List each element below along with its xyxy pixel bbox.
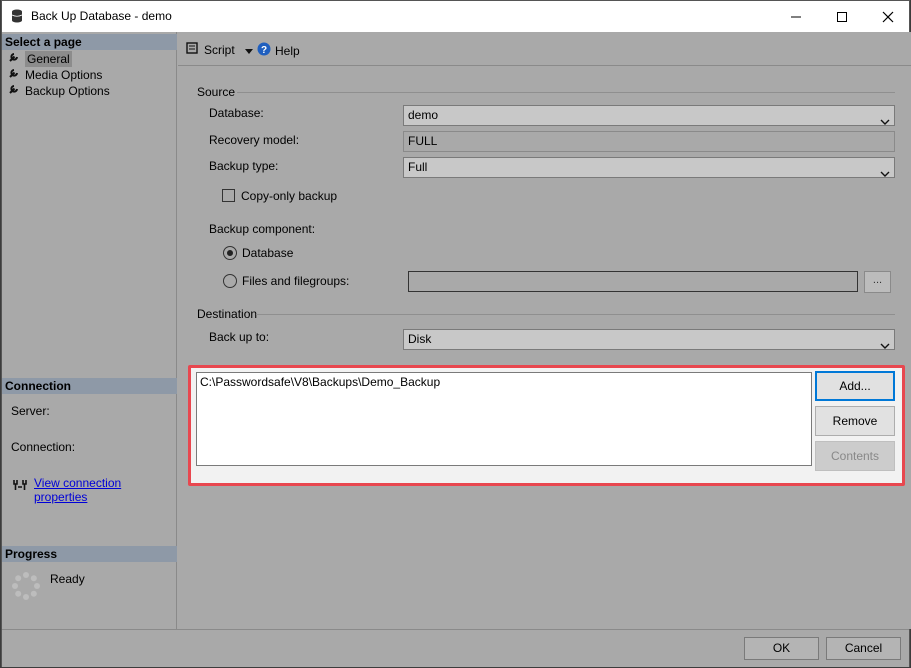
destination-list[interactable]: C:\Passwordsafe\V8\Backups\Demo_Backup xyxy=(196,372,812,466)
server-label: Server: xyxy=(11,404,50,418)
maximize-icon xyxy=(837,12,847,22)
contents-button[interactable]: Contents xyxy=(815,441,895,471)
recovery-model-value: FULL xyxy=(408,134,438,148)
page-backup-options-label: Backup Options xyxy=(25,84,110,98)
component-database-radio[interactable] xyxy=(223,246,237,260)
progress-spinner-icon xyxy=(11,571,41,604)
recovery-model-field: FULL xyxy=(403,131,895,152)
chevron-down-icon xyxy=(880,336,890,355)
wrench-icon xyxy=(8,51,20,67)
source-divider xyxy=(237,92,895,93)
help-icon: ? xyxy=(257,42,271,59)
connection-label: Connection: xyxy=(11,440,76,454)
help-label: Help xyxy=(275,43,300,58)
window-title: Back Up Database - demo xyxy=(31,9,172,23)
database-select[interactable]: demo xyxy=(403,105,895,126)
close-icon xyxy=(882,11,894,23)
list-item[interactable]: C:\Passwordsafe\V8\Backups\Demo_Backup xyxy=(200,375,808,389)
database-icon xyxy=(11,9,23,26)
connection-properties-icon xyxy=(12,478,28,495)
script-icon xyxy=(186,42,200,57)
database-label: Database: xyxy=(209,106,264,120)
backup-type-value: Full xyxy=(408,160,428,174)
filegroups-field[interactable] xyxy=(408,271,858,292)
backup-dialog: Back Up Database - demo Select a page Ge… xyxy=(1,0,911,667)
destination-group-label: Destination xyxy=(197,307,258,321)
back-up-to-select[interactable]: Disk xyxy=(403,329,895,350)
script-label: Script xyxy=(204,42,235,57)
page-general-label: General xyxy=(25,51,72,67)
backup-type-select[interactable]: Full xyxy=(403,157,895,178)
close-button[interactable] xyxy=(865,1,911,32)
back-up-to-value: Disk xyxy=(408,332,432,346)
wrench-icon xyxy=(8,83,20,99)
toolbar: Script ? Help xyxy=(178,32,911,66)
wrench-icon xyxy=(8,67,20,83)
connection-header: Connection xyxy=(2,378,177,394)
footer: OK Cancel xyxy=(2,629,909,667)
page-backup-options[interactable]: Backup Options xyxy=(8,83,110,99)
component-files-radio[interactable] xyxy=(223,274,237,288)
cancel-button[interactable]: Cancel xyxy=(826,637,901,660)
source-group-label: Source xyxy=(197,85,236,99)
remove-button[interactable]: Remove xyxy=(815,406,895,436)
database-value: demo xyxy=(408,108,439,122)
title-bar: Back Up Database - demo xyxy=(2,1,909,32)
chevron-down-icon[interactable] xyxy=(244,43,253,57)
destination-panel: C:\Passwordsafe\V8\Backups\Demo_Backup A… xyxy=(188,365,905,486)
svg-text:?: ? xyxy=(261,45,267,56)
add-button[interactable]: Add... xyxy=(815,371,895,401)
ok-button[interactable]: OK xyxy=(744,637,819,660)
backup-type-label: Backup type: xyxy=(209,159,279,173)
view-connection-properties-link[interactable]: View connection properties xyxy=(34,476,176,504)
maximize-button[interactable] xyxy=(819,1,865,32)
component-files-label: Files and filegroups: xyxy=(242,274,350,288)
chevron-down-icon xyxy=(880,112,890,131)
component-database-label: Database xyxy=(242,246,294,260)
minimize-button[interactable] xyxy=(773,1,819,32)
page-media-options-label: Media Options xyxy=(25,68,103,82)
progress-header: Progress xyxy=(2,546,177,562)
script-button[interactable]: Script xyxy=(186,42,253,57)
left-pane: Select a page General Media Options Back… xyxy=(2,32,177,629)
minimize-icon xyxy=(791,16,801,18)
page-general[interactable]: General xyxy=(8,51,72,67)
page-media-options[interactable]: Media Options xyxy=(8,67,102,83)
destination-divider xyxy=(256,314,895,315)
copy-only-checkbox[interactable] xyxy=(222,189,235,202)
right-pane: Script ? Help Source Database: demo Reco… xyxy=(178,32,911,629)
recovery-model-label: Recovery model: xyxy=(209,133,300,147)
backup-component-label: Backup component: xyxy=(209,222,316,236)
chevron-down-icon xyxy=(880,164,890,183)
copy-only-label: Copy-only backup xyxy=(241,189,338,203)
help-button[interactable]: ? Help xyxy=(257,42,300,59)
browse-filegroups-button[interactable]: ... xyxy=(864,271,891,293)
back-up-to-label: Back up to: xyxy=(209,330,270,344)
progress-status: Ready xyxy=(50,572,85,586)
select-page-header: Select a page xyxy=(2,34,177,50)
